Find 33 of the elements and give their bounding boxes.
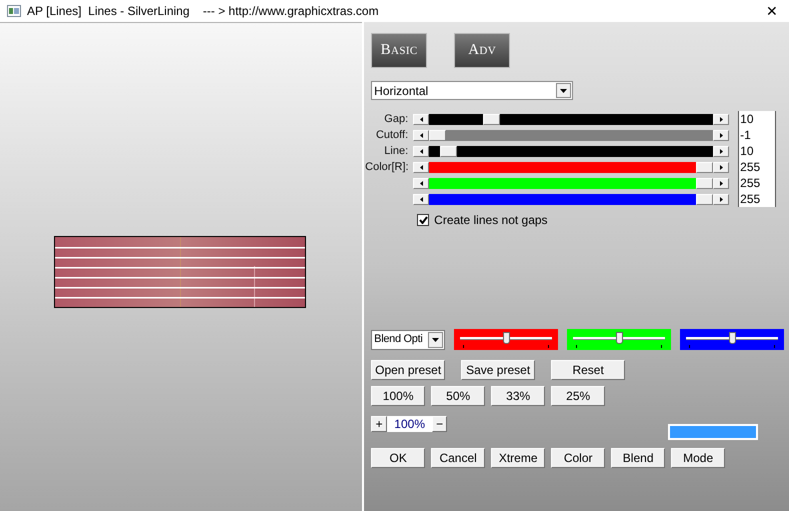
panel-switch-button[interactable]: Basic bbox=[371, 33, 428, 68]
value-field[interactable]: 255 bbox=[738, 175, 776, 191]
slider-label: Color[R]: bbox=[365, 162, 410, 172]
dialog-button[interactable]: Xtreme bbox=[491, 448, 546, 468]
zoom-button[interactable]: 33% bbox=[491, 386, 546, 406]
value-field[interactable]: 10 bbox=[738, 111, 776, 127]
zoom-button[interactable]: 100% bbox=[371, 386, 426, 406]
zoom-button[interactable]: 25% bbox=[551, 386, 606, 406]
preset-button[interactable]: Save preset bbox=[461, 360, 536, 380]
checkbox-label: Create lines not gaps bbox=[434, 212, 548, 229]
dialog-button[interactable]: Blend bbox=[611, 448, 666, 468]
zoom-field[interactable]: 100% bbox=[387, 416, 432, 432]
slider-label: Gap: bbox=[383, 114, 410, 124]
zoom-button[interactable]: 50% bbox=[431, 386, 486, 406]
zoom-out-button[interactable]: − bbox=[432, 416, 448, 432]
dialog-button[interactable]: OK bbox=[371, 448, 426, 468]
value-field[interactable]: 255 bbox=[738, 191, 776, 207]
blend-dropdown[interactable]: Blend Opti bbox=[371, 330, 446, 350]
value-field[interactable]: -1 bbox=[738, 127, 776, 143]
slider-label: Line: bbox=[383, 146, 410, 156]
preset-button[interactable]: Reset bbox=[551, 360, 626, 380]
dialog-button[interactable]: Cancel bbox=[431, 448, 486, 468]
window-title: AP [Lines] Lines - SilverLining --- > http://www.graphicxtras.com bbox=[27, 3, 379, 20]
value-field[interactable]: 10 bbox=[738, 143, 776, 159]
dialog-button[interactable]: Mode bbox=[671, 448, 726, 468]
panel-switch-button[interactable]: Adv bbox=[454, 33, 510, 68]
direction-dropdown[interactable]: Horizontal bbox=[371, 81, 574, 100]
slider-label: Cutoff: bbox=[374, 130, 410, 140]
value-field[interactable]: 255 bbox=[738, 159, 776, 175]
preset-button[interactable]: Open preset bbox=[371, 360, 446, 380]
zoom-in-button[interactable]: + bbox=[371, 416, 388, 432]
dialog-button[interactable]: Color bbox=[551, 448, 606, 468]
close-button[interactable]: ✕ bbox=[757, 0, 787, 22]
